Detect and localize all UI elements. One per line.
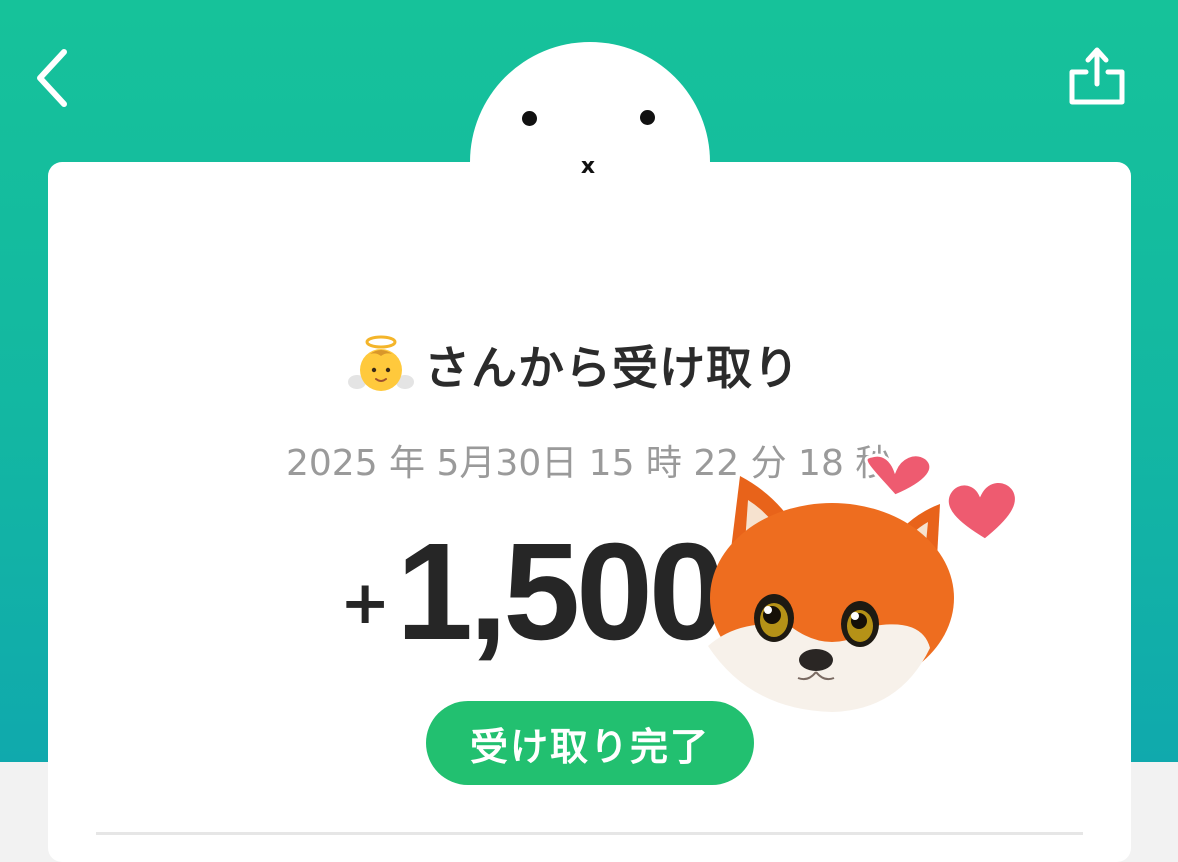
status-badge: 受け取り完了 <box>426 701 754 785</box>
mascot-left-eye <box>522 111 537 126</box>
amount-sign: + <box>340 568 391 638</box>
amount: + 1,500 <box>340 515 726 669</box>
share-icon <box>1069 47 1125 105</box>
share-button[interactable] <box>1064 44 1130 110</box>
amount-value: 1,500 <box>396 515 725 669</box>
sender-title-text: さんから受け取り <box>424 341 800 395</box>
baby-angel-icon <box>348 335 414 391</box>
mascot-mouth: x <box>580 154 596 179</box>
mascot-right-eye <box>640 110 655 125</box>
divider <box>96 832 1083 835</box>
sender-title: さんから受け取り <box>348 330 800 400</box>
fox-with-hearts-sticker <box>708 453 1018 712</box>
chevron-left-icon <box>37 49 67 107</box>
back-button[interactable] <box>30 44 78 112</box>
